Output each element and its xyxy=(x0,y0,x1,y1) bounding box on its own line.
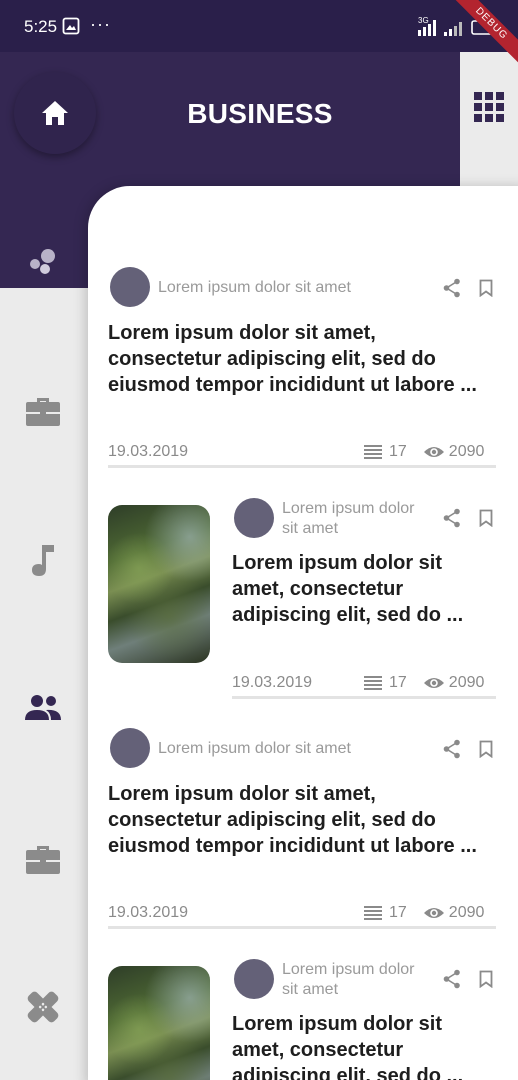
grid-menu-icon[interactable] xyxy=(474,92,504,122)
article-stats: 17 2090 xyxy=(364,904,484,922)
line-count: 17 xyxy=(389,904,407,921)
lines-icon xyxy=(364,676,382,690)
share-icon[interactable] xyxy=(443,508,461,528)
article-title[interactable]: Lorem ipsum dolor sit amet, consectetur … xyxy=(232,1011,463,1080)
lines-icon xyxy=(364,445,382,459)
title-line: amet, consectetur xyxy=(232,1039,404,1061)
eye-icon xyxy=(423,678,444,688)
share-icon[interactable] xyxy=(443,969,461,989)
title-line: eiusmod tempor incididunt ut labore ... xyxy=(108,374,477,396)
view-count: 2090 xyxy=(448,674,485,691)
avatar xyxy=(234,498,274,538)
bookmark-icon[interactable] xyxy=(479,740,493,758)
view-count: 2090 xyxy=(448,443,485,460)
avatar xyxy=(234,959,274,999)
author-line: Lorem ipsum dolor xyxy=(282,961,415,978)
eye-icon xyxy=(423,908,444,918)
home-icon xyxy=(42,101,68,125)
article-stats: 17 2090 xyxy=(364,443,484,461)
title-line: consectetur adipiscing elit, sed do xyxy=(108,348,436,370)
author-line: sit amet xyxy=(282,520,339,537)
gallery-notification-icon xyxy=(62,17,80,35)
bookmark-icon[interactable] xyxy=(479,509,493,527)
article-title[interactable]: Lorem ipsum dolor sit amet, consectetur … xyxy=(108,320,477,398)
share-icon[interactable] xyxy=(443,278,461,298)
article-date: 19.03.2019 xyxy=(108,904,189,921)
avatar xyxy=(110,728,150,768)
title-line: adipiscing elit, sed do ... xyxy=(232,1065,464,1080)
title-line: eiusmod tempor incididunt ut labore ... xyxy=(108,835,477,857)
network-type: 3G xyxy=(418,16,429,25)
author-line: sit amet xyxy=(282,981,339,998)
line-count: 17 xyxy=(389,674,407,691)
title-line: Lorem ipsum dolor sit xyxy=(232,1013,443,1035)
view-count: 2090 xyxy=(448,904,485,921)
article-thumbnail xyxy=(108,505,210,663)
author-name: Lorem ipsum dolor sit amet xyxy=(158,279,351,296)
status-bar: 5:25 ··· 3G xyxy=(0,0,518,52)
status-more-dots: ··· xyxy=(90,14,111,34)
title-line: Lorem ipsum dolor sit amet, xyxy=(108,783,376,805)
title-line: adipiscing elit, sed do ... xyxy=(232,604,464,626)
article-date: 19.03.2019 xyxy=(232,674,313,691)
author-line: Lorem ipsum dolor xyxy=(282,500,415,517)
bookmark-icon[interactable] xyxy=(479,970,493,988)
music-note-icon[interactable] xyxy=(30,543,56,577)
eye-icon xyxy=(423,447,444,457)
avatar xyxy=(110,267,150,307)
home-button[interactable] xyxy=(14,72,96,154)
divider xyxy=(108,926,496,929)
divider xyxy=(108,465,496,468)
article-title[interactable]: Lorem ipsum dolor sit amet, consectetur … xyxy=(232,550,463,628)
article-title[interactable]: Lorem ipsum dolor sit amet, consectetur … xyxy=(108,781,477,859)
briefcase-icon[interactable] xyxy=(25,842,61,876)
people-icon[interactable] xyxy=(24,694,62,722)
bookmark-icon[interactable] xyxy=(479,279,493,297)
share-icon[interactable] xyxy=(443,739,461,759)
author-name: Lorem ipsum dolor sit amet xyxy=(158,740,351,757)
title-line: amet, consectetur xyxy=(232,578,404,600)
page-title: BUSINESS xyxy=(187,98,333,129)
author-name: Lorem ipsum dolor sit amet xyxy=(282,960,415,1000)
title-line: consectetur adipiscing elit, sed do xyxy=(108,809,436,831)
line-count: 17 xyxy=(389,443,407,460)
article-date: 19.03.2019 xyxy=(108,443,189,460)
author-name: Lorem ipsum dolor sit amet xyxy=(282,499,415,539)
lines-icon xyxy=(364,906,382,920)
title-line: Lorem ipsum dolor sit amet, xyxy=(108,322,376,344)
divider xyxy=(232,696,496,699)
dots-icon[interactable] xyxy=(28,246,60,276)
briefcase-icon[interactable] xyxy=(25,394,61,428)
article-thumbnail xyxy=(108,966,210,1080)
article-stats: 17 2090 xyxy=(364,674,484,692)
status-time: 5:25 xyxy=(24,17,58,36)
title-line: Lorem ipsum dolor sit xyxy=(232,552,443,574)
bandage-icon[interactable] xyxy=(24,988,62,1026)
